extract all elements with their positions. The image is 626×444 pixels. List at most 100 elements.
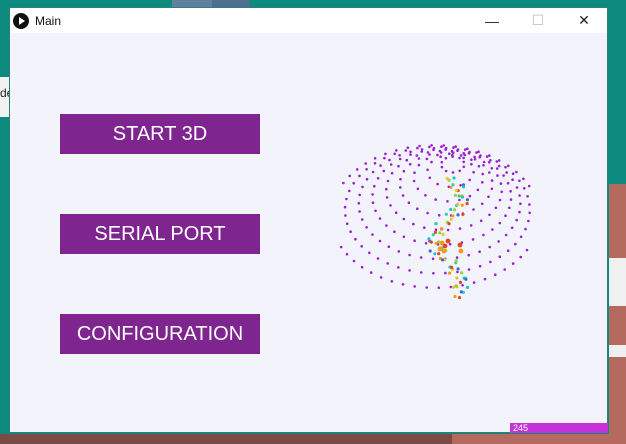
cloud-point	[441, 248, 447, 254]
cloud-point	[402, 217, 406, 221]
cloud-point	[444, 169, 448, 173]
cloud-point	[490, 187, 494, 191]
cloud-point	[365, 226, 368, 229]
cloud-point	[360, 218, 364, 221]
cloud-point	[440, 160, 444, 164]
minimize-button[interactable]: —	[469, 8, 515, 33]
maximize-button[interactable]: ☐	[515, 8, 561, 33]
cloud-point	[374, 209, 377, 213]
cloud-point	[444, 212, 448, 216]
cloud-point	[373, 162, 377, 165]
cloud-point	[418, 144, 421, 148]
cloud-point	[502, 174, 505, 177]
cloud-point	[505, 171, 508, 174]
cloud-point	[382, 169, 386, 173]
cloud-point	[458, 280, 463, 284]
cloud-point	[451, 171, 455, 174]
window-title: Main	[35, 13, 62, 28]
cloud-point	[408, 162, 412, 166]
cloud-point	[390, 171, 394, 175]
cloud-point	[448, 242, 452, 246]
cloud-point	[462, 160, 465, 164]
cloud-point	[433, 252, 437, 256]
cloud-point	[519, 202, 522, 206]
cloud-point	[417, 157, 421, 160]
cloud-point	[476, 188, 480, 192]
cloud-point	[504, 233, 508, 237]
app-play-icon	[13, 12, 29, 29]
cloud-point	[445, 238, 451, 244]
window-controls: — ☐ ✕	[469, 8, 607, 33]
cloud-point	[358, 210, 361, 213]
cloud-point	[460, 271, 464, 275]
cloud-point	[473, 158, 477, 161]
cloud-point	[365, 168, 368, 171]
cloud-point	[442, 144, 445, 147]
cloud-point	[373, 157, 377, 160]
cloud-point	[457, 296, 462, 300]
cloud-point	[376, 257, 380, 260]
cloud-point	[417, 163, 421, 167]
cloud-point	[373, 184, 376, 188]
cloud-point	[448, 271, 452, 275]
cloud-point	[525, 248, 529, 252]
configuration-button[interactable]: CONFIGURATION	[60, 314, 260, 354]
cloud-point	[379, 276, 383, 279]
cloud-point	[413, 285, 416, 288]
cloud-point	[498, 255, 502, 258]
cloud-point	[425, 286, 428, 289]
title-bar[interactable]: Main — ☐ ✕	[10, 8, 607, 33]
serial-port-button[interactable]: SERIAL PORT	[60, 214, 260, 254]
cloud-point	[472, 208, 475, 211]
cloud-point	[444, 156, 448, 160]
cloud-point	[371, 170, 375, 174]
cloud-point	[406, 146, 410, 149]
cloud-point	[482, 233, 485, 237]
cloud-point	[497, 240, 500, 243]
counter-value: 245	[513, 423, 529, 433]
cloud-point	[511, 178, 514, 181]
cloud-point	[524, 227, 527, 231]
cloud-point	[390, 280, 394, 283]
cloud-point	[515, 186, 519, 189]
cloud-point	[434, 241, 438, 245]
cloud-point	[458, 156, 461, 160]
cloud-point	[439, 227, 443, 231]
cloud-point	[416, 207, 419, 210]
cloud-point	[378, 217, 382, 220]
cloud-point	[511, 262, 515, 265]
cloud-point	[488, 154, 491, 157]
cloud-point	[481, 181, 484, 184]
cloud-point	[343, 205, 347, 209]
cloud-point	[364, 162, 367, 165]
cloud-point	[428, 145, 431, 149]
cloud-point	[357, 201, 361, 205]
minimize-icon: —	[485, 12, 499, 29]
cloud-point	[453, 193, 457, 197]
cloud-point	[395, 149, 398, 152]
cloud-point	[511, 172, 515, 175]
cloud-point	[464, 277, 468, 281]
cloud-point	[472, 170, 475, 174]
cloud-point	[467, 253, 470, 257]
close-button[interactable]: ✕	[561, 8, 607, 33]
start-3d-button[interactable]: START 3D	[60, 114, 260, 154]
cloud-point	[468, 150, 471, 154]
cloud-point	[428, 176, 432, 180]
cloud-point	[415, 154, 419, 157]
cloud-point	[386, 179, 390, 183]
cloud-point	[469, 224, 473, 227]
cloud-point	[345, 252, 349, 256]
cloud-point	[456, 267, 460, 271]
cloud-point	[431, 257, 435, 261]
cloud-point	[360, 265, 364, 269]
cloud-point	[449, 217, 453, 221]
cloud-point	[495, 167, 499, 170]
counter-badge: 245	[510, 423, 608, 433]
cloud-point	[393, 152, 396, 156]
taskbar-fragment	[452, 434, 626, 444]
cloud-point	[358, 174, 361, 178]
maximize-icon: ☐	[531, 12, 545, 28]
cloud-point	[451, 183, 455, 187]
cloud-point	[468, 194, 472, 198]
